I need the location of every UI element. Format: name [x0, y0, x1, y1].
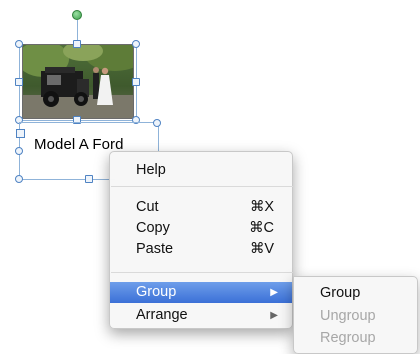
menu-item-paste[interactable]: Paste ⌘V — [110, 239, 292, 260]
menu-item-arrange[interactable]: Arrange ▶ — [110, 305, 292, 326]
context-menu: Help Cut ⌘X Copy ⌘C Paste ⌘V Group ▶ Arr… — [109, 151, 293, 329]
menu-item-label: Paste — [136, 241, 174, 257]
submenu-item-label: Group — [320, 285, 361, 301]
car-photo-image — [23, 45, 133, 118]
menu-item-help[interactable]: Help — [110, 160, 292, 181]
submenu-item-label: Ungroup — [320, 308, 376, 324]
menu-item-label: Copy — [136, 220, 170, 236]
caption-handle-sw[interactable] — [15, 175, 23, 183]
photo-handle-e[interactable] — [132, 78, 140, 86]
menu-separator — [111, 272, 293, 273]
photo-handle-ne[interactable] — [132, 40, 140, 48]
caption-frame-top — [19, 122, 159, 123]
submenu-item-regroup: Regroup — [294, 328, 417, 349]
menu-item-label: Group — [136, 284, 177, 300]
submenu-arrow-icon: ▶ — [270, 287, 278, 298]
photo-handle-n[interactable] — [73, 40, 81, 48]
menu-item-label: Arrange — [136, 307, 188, 323]
car-photo[interactable] — [22, 44, 134, 119]
menu-item-label: Help — [136, 162, 166, 178]
menu-separator — [111, 186, 293, 187]
caption-anchor-icon — [16, 129, 25, 138]
caption-text[interactable]: Model A Ford — [34, 136, 124, 153]
menu-item-shortcut: ⌘V — [249, 241, 274, 257]
rotate-handle[interactable] — [72, 10, 82, 20]
menu-item-group[interactable]: Group ▶ — [110, 282, 292, 303]
submenu-item-group[interactable]: Group — [294, 283, 417, 304]
menu-item-shortcut: ⌘X — [249, 199, 274, 215]
menu-item-label: Cut — [136, 199, 159, 215]
photo-handle-w[interactable] — [15, 78, 23, 86]
submenu-arrow-icon: ▶ — [270, 310, 278, 321]
caption-handle-ne[interactable] — [153, 119, 161, 127]
submenu-item-ungroup: Ungroup — [294, 306, 417, 327]
menu-item-shortcut: ⌘C — [249, 220, 274, 236]
photo-handle-nw[interactable] — [15, 40, 23, 48]
menu-item-cut[interactable]: Cut ⌘X — [110, 197, 292, 218]
group-submenu: Group Ungroup Regroup — [293, 276, 418, 354]
caption-handle-w[interactable] — [15, 147, 23, 155]
submenu-item-label: Regroup — [320, 330, 376, 346]
caption-handle-s[interactable] — [85, 175, 93, 183]
caption-frame-bottom — [19, 179, 115, 180]
menu-item-copy[interactable]: Copy ⌘C — [110, 218, 292, 239]
